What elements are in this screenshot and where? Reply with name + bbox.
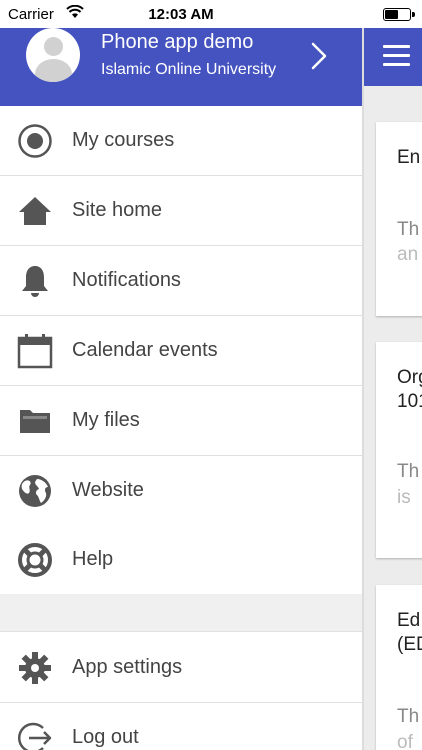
menu-item-label: Website (72, 479, 144, 501)
gear-icon (17, 650, 53, 686)
side-menu: Phone app demo Islamic Online University… (0, 0, 362, 750)
menu-toggle-icon[interactable] (383, 45, 410, 72)
menu-item-label: Log out (72, 726, 139, 748)
course-card-title: Ed (ED (397, 610, 422, 655)
menu-item-label: App settings (72, 656, 183, 678)
menu-item-website[interactable]: Website (0, 456, 362, 526)
home-icon (17, 193, 53, 229)
battery-icon (383, 8, 415, 21)
menu-item-site-home[interactable]: Site home (0, 176, 362, 246)
course-card[interactable]: En Th an (376, 122, 422, 316)
globe-icon (17, 473, 53, 509)
folder-icon (17, 403, 53, 439)
organization-name: Islamic Online University (101, 61, 277, 78)
menu-edge-divider (362, 0, 364, 750)
menu-item-label: Help (72, 548, 114, 570)
site-name: Phone app demo (101, 31, 254, 53)
target-icon (17, 123, 53, 159)
lifebuoy-icon (17, 542, 53, 578)
menu-item-notifications[interactable]: Notifications (0, 246, 362, 316)
menu-item-my-files[interactable]: My files (0, 386, 362, 456)
avatar[interactable] (26, 28, 80, 82)
menu-item-help[interactable]: Help (0, 525, 362, 595)
menu-item-calendar-events[interactable]: Calendar events (0, 316, 362, 386)
menu-item-app-settings[interactable]: App settings (0, 633, 362, 703)
menu-item-label: Notifications (72, 269, 181, 291)
course-card[interactable]: Org 101 Th is (376, 342, 422, 558)
course-card-title: Org 101 (397, 367, 422, 412)
course-card-summary: Th (397, 219, 420, 240)
course-card-title: En (397, 147, 421, 168)
menu-item-log-out[interactable]: Log out (0, 703, 362, 750)
course-card-summary-more: an (397, 244, 419, 265)
menu-section-spacer (0, 594, 362, 632)
calendar-icon (17, 333, 53, 369)
menu-item-label: My files (72, 409, 140, 431)
chevron-right-icon[interactable] (310, 42, 328, 75)
menu-item-my-courses[interactable]: My courses (0, 106, 362, 176)
menu-item-label: Site home (72, 199, 163, 221)
menu-item-label: Calendar events (72, 339, 218, 361)
main-content: En Th an Org 101 Th is Ed (ED Th of (364, 0, 422, 750)
course-card-summary-more: is (397, 487, 411, 508)
status-time: 12:03 AM (148, 6, 214, 23)
course-card-summary: Th (397, 461, 420, 482)
course-card-summary-more: of (397, 732, 413, 750)
status-bar: Carrier 12:03 AM (0, 0, 422, 28)
bell-icon (17, 263, 53, 299)
logout-icon (17, 720, 53, 750)
menu-item-label: My courses (72, 129, 175, 151)
course-card-summary: Th (397, 706, 420, 727)
course-card[interactable]: Ed (ED Th of (376, 585, 422, 750)
